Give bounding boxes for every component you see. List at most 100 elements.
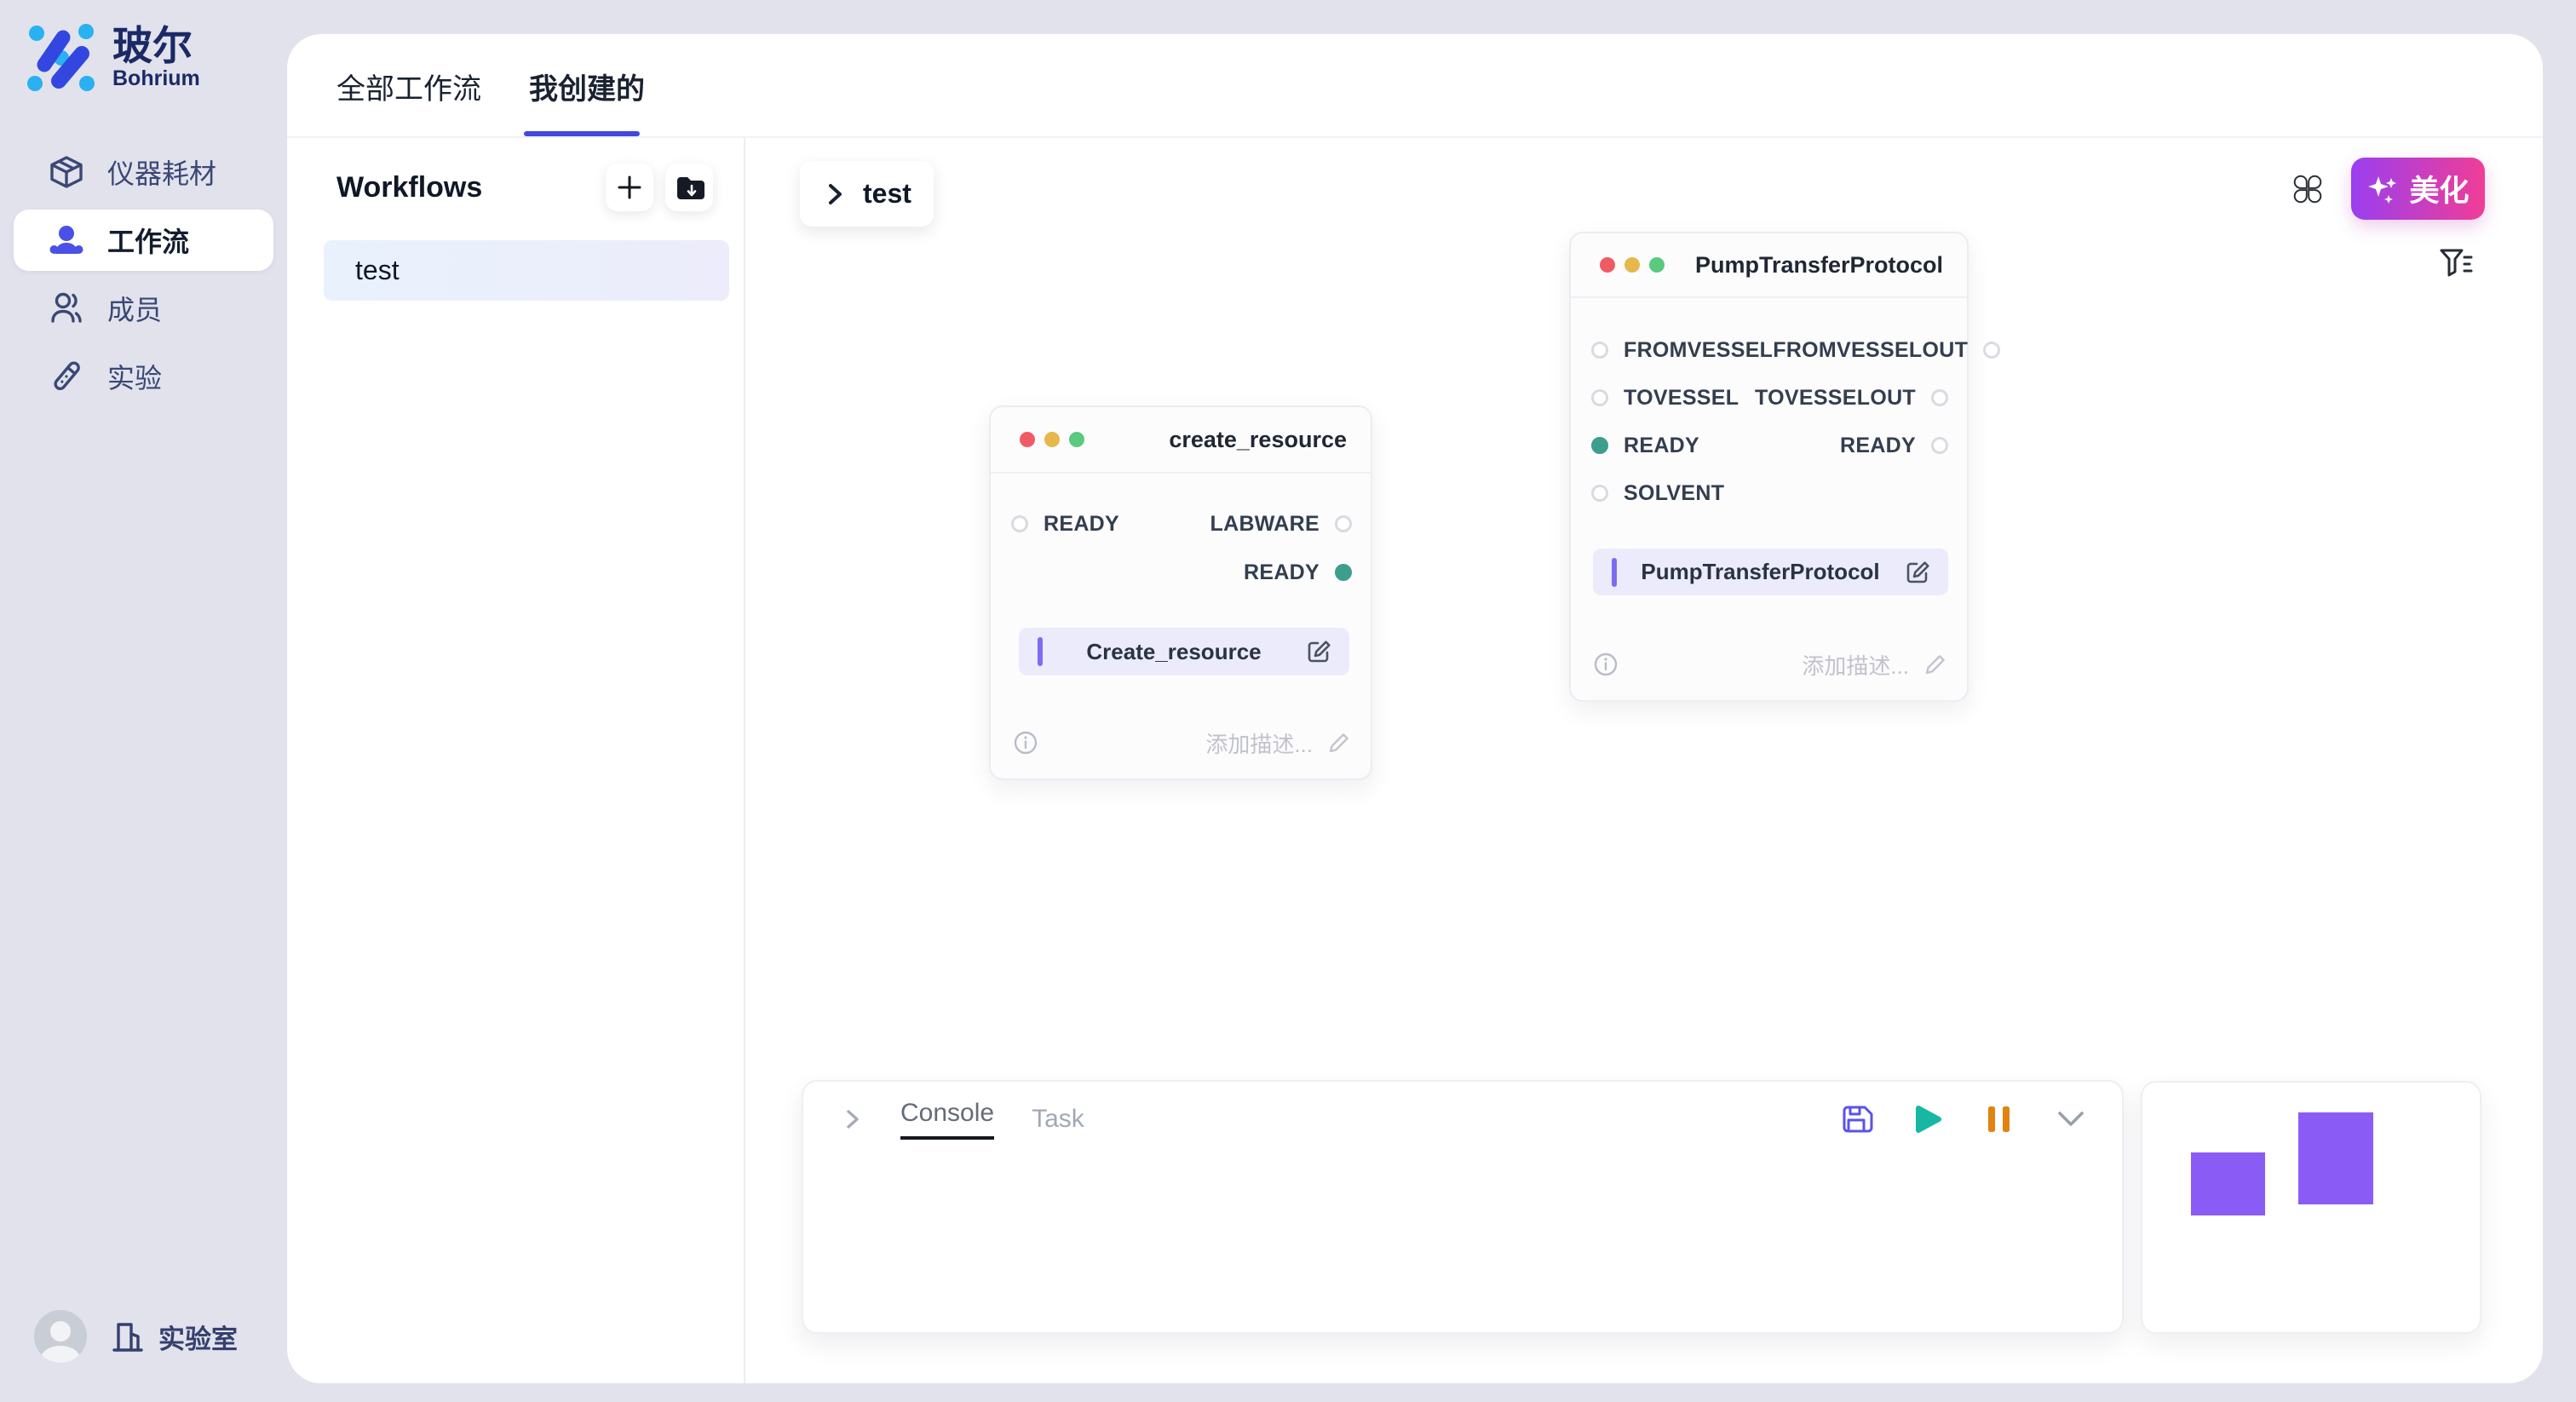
- pause-icon: [1985, 1102, 2014, 1136]
- lab-switcher[interactable]: 实验室: [109, 1318, 238, 1356]
- pill-label: PumpTransferProtocol: [1617, 559, 1904, 585]
- info-icon[interactable]: [1593, 652, 1619, 677]
- port-row: READY LABWARE: [1011, 507, 1352, 541]
- breadcrumb-label: test: [863, 178, 911, 210]
- traffic-dots: [1600, 257, 1695, 273]
- port-circle[interactable]: [1011, 515, 1028, 532]
- import-workflow-button[interactable]: [665, 164, 713, 211]
- input-port-ready[interactable]: READY: [1011, 512, 1119, 537]
- canvas-breadcrumb[interactable]: test: [800, 161, 934, 227]
- brand-logo[interactable]: 玻尔 Bohrium: [22, 19, 200, 97]
- beautify-label: 美化: [2409, 167, 2469, 210]
- minimap-node-pump-transfer: [2298, 1112, 2373, 1204]
- port-label: READY: [1840, 434, 1916, 458]
- input-port-ready[interactable]: READY: [1591, 434, 1699, 458]
- sidebar-item-experiments[interactable]: 实验: [14, 346, 273, 407]
- sidebar-item-label: 工作流: [107, 221, 189, 260]
- package-icon: [48, 153, 85, 191]
- pause-button[interactable]: [1982, 1102, 2016, 1136]
- port-label: TOVESSELOUT: [1755, 386, 1916, 411]
- workflows-title: Workflows: [336, 171, 594, 204]
- task-tab[interactable]: Task: [1032, 1105, 1084, 1134]
- workflow-icon: [48, 221, 85, 259]
- bohrium-logo-icon: [22, 19, 101, 97]
- node-action-pill[interactable]: PumpTransferProtocol: [1593, 549, 1948, 595]
- output-port-ready[interactable]: READY: [1840, 434, 1948, 458]
- sidebar-item-workflows[interactable]: 工作流: [14, 210, 273, 271]
- building-icon: [109, 1318, 147, 1355]
- traffic-dots: [1020, 432, 1169, 447]
- port-row: TOVESSEL TOVESSELOUT: [1591, 381, 1948, 415]
- save-button[interactable]: [1839, 1102, 1873, 1136]
- port-circle[interactable]: [1931, 389, 1948, 406]
- pencil-icon[interactable]: [1326, 730, 1352, 756]
- port-circle-connected[interactable]: [1335, 564, 1352, 581]
- node-title: create_resource: [1169, 427, 1347, 453]
- sidebar-item-members[interactable]: 成员: [14, 278, 273, 339]
- output-port-tovesselout[interactable]: TOVESSELOUT: [1755, 386, 1948, 411]
- output-port-fromvesselout[interactable]: FROMVESSELOUT: [1773, 338, 2000, 363]
- port-label: SOLVENT: [1624, 481, 1724, 506]
- expand-chevron-icon[interactable]: [842, 1106, 863, 1132]
- run-button[interactable]: [1911, 1102, 1945, 1136]
- workflow-item-name: test: [355, 255, 400, 286]
- sidebar-item-instruments[interactable]: 仪器耗材: [14, 141, 273, 203]
- sidebar-menu: 仪器耗材 工作流 成员: [0, 135, 287, 414]
- members-icon: [48, 290, 85, 327]
- dot-yellow: [1044, 432, 1060, 447]
- experiment-icon: [48, 358, 85, 395]
- input-port-fromvessel[interactable]: FROMVESSEL: [1591, 338, 1773, 363]
- tab-all-workflows[interactable]: 全部工作流: [336, 34, 481, 138]
- node-action-pill[interactable]: Create_resource: [1019, 628, 1349, 675]
- chevron-right-icon: [824, 181, 846, 208]
- node-footer: 添加描述...: [1013, 726, 1352, 760]
- info-icon[interactable]: [1013, 730, 1038, 756]
- dot-red: [1600, 257, 1615, 273]
- node-title: PumpTransferProtocol: [1695, 252, 1943, 279]
- input-port-tovessel[interactable]: TOVESSEL: [1591, 386, 1739, 411]
- beautify-button[interactable]: 美化: [2351, 158, 2485, 220]
- flow-node-pump-transfer-protocol[interactable]: PumpTransferProtocol FROMVESSEL FROMVESS…: [1569, 232, 1969, 702]
- collapse-panel-button[interactable]: [2054, 1102, 2088, 1136]
- tab-my-created[interactable]: 我创建的: [529, 34, 645, 138]
- port-circle[interactable]: [1335, 515, 1352, 532]
- port-circle-connected[interactable]: [1591, 437, 1608, 454]
- sidebar: 玻尔 Bohrium 仪器耗材 工作流: [0, 0, 287, 1402]
- brand-name-en: Bohrium: [112, 66, 200, 91]
- node-header: PumpTransferProtocol: [1571, 233, 1967, 298]
- port-circle[interactable]: [1931, 437, 1948, 454]
- workflow-list-item-test[interactable]: test: [324, 240, 729, 301]
- pencil-icon[interactable]: [1923, 652, 1948, 677]
- port-row: SOLVENT: [1591, 476, 1948, 510]
- active-tab-underline: [524, 131, 640, 136]
- user-avatar[interactable]: [34, 1310, 87, 1363]
- description-placeholder[interactable]: 添加描述...: [1802, 649, 1909, 681]
- description-placeholder[interactable]: 添加描述...: [1205, 727, 1313, 759]
- port-circle[interactable]: [1983, 342, 2000, 359]
- input-port-solvent[interactable]: SOLVENT: [1591, 481, 1724, 506]
- minimap[interactable]: [2141, 1081, 2481, 1334]
- sidebar-item-label: 成员: [107, 289, 162, 328]
- add-workflow-button[interactable]: [606, 164, 653, 211]
- dot-green: [1069, 432, 1084, 447]
- port-row: READY: [1011, 555, 1352, 589]
- filter-icon[interactable]: [2438, 246, 2474, 282]
- port-row: FROMVESSEL FROMVESSELOUT: [1591, 333, 1948, 367]
- output-port-ready[interactable]: READY: [1244, 560, 1352, 585]
- flow-node-create-resource[interactable]: create_resource READY LABWARE READY: [989, 405, 1372, 780]
- edit-icon[interactable]: [1904, 559, 1931, 586]
- clover-apps-icon[interactable]: [2291, 172, 2325, 206]
- port-circle[interactable]: [1591, 485, 1608, 502]
- folder-download-icon: [674, 172, 704, 203]
- edit-icon[interactable]: [1305, 638, 1332, 665]
- node-footer: 添加描述...: [1593, 647, 1948, 681]
- node-header: create_resource: [991, 407, 1371, 474]
- minimap-node-create-resource: [2191, 1152, 2265, 1215]
- brand-name-zh: 玻尔: [112, 25, 200, 66]
- output-port-labware[interactable]: LABWARE: [1210, 512, 1352, 537]
- port-label: LABWARE: [1210, 512, 1320, 537]
- console-tab[interactable]: Console: [900, 1099, 994, 1140]
- port-circle[interactable]: [1591, 389, 1608, 406]
- port-circle[interactable]: [1591, 342, 1608, 359]
- flow-canvas[interactable]: test 美化: [747, 138, 2543, 1383]
